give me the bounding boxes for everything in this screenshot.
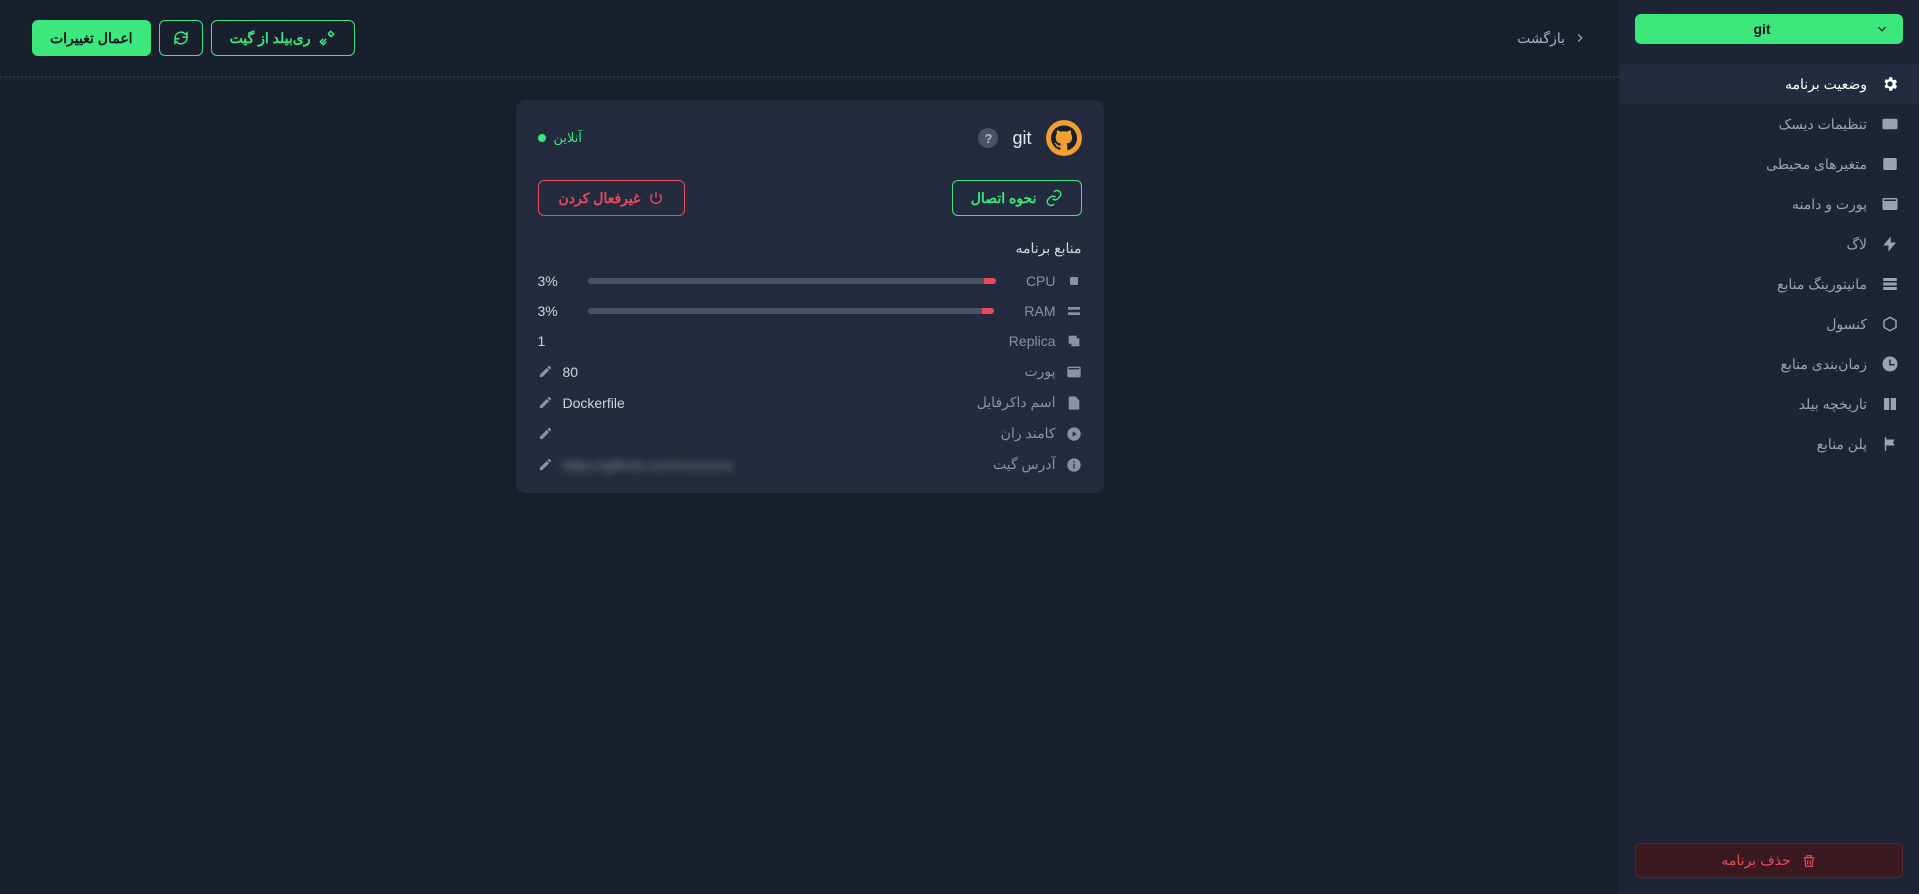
- edit-icon[interactable]: [538, 364, 553, 379]
- link-icon: [1045, 189, 1063, 207]
- sidebar-item-label: لاگ: [1846, 236, 1867, 253]
- sidebar-item-label: زمان‌بندی منابع: [1781, 356, 1867, 373]
- cpu-value: 3%: [538, 273, 574, 289]
- port-value: 80: [563, 364, 579, 380]
- deactivate-button[interactable]: غیرفعال کردن: [538, 180, 686, 216]
- bolt-icon: [1881, 235, 1899, 253]
- replica-row: Replica 1: [538, 333, 1082, 349]
- sidebar-item-label: پورت و دامنه: [1792, 196, 1867, 213]
- git-value: https://github.com/xxxxxxxx: [563, 457, 733, 473]
- sidebar-item-env[interactable]: متغیرهای محیطی: [1619, 144, 1919, 184]
- sidebar-nav: وضعیت برنامه تنظیمات دیسک متغیرهای محیطی…: [1619, 64, 1919, 843]
- card-app-name: git: [1012, 128, 1031, 149]
- app-status-card: git ? آنلاین نحوه اتصال غیرفعال کردن: [516, 100, 1104, 493]
- top-actions: ری‌بیلد از گیت اعمال تغییرات: [32, 20, 355, 56]
- connect-label: نحوه اتصال: [971, 190, 1037, 207]
- help-icon[interactable]: ?: [978, 128, 998, 148]
- book-icon: [1881, 395, 1899, 413]
- stack-icon: [1881, 275, 1899, 293]
- back-label: بازگشت: [1517, 30, 1565, 47]
- ram-bar: [588, 308, 995, 314]
- delete-label: حذف برنامه: [1721, 852, 1790, 869]
- status-badge: آنلاین: [538, 130, 583, 146]
- git-row: آدرس گیت https://github.com/xxxxxxxx: [538, 456, 1082, 473]
- tools-icon: [318, 29, 336, 47]
- sidebar: git وضعیت برنامه تنظیمات دیسک متغیرهای م…: [1619, 0, 1919, 894]
- trash-icon: [1801, 853, 1817, 869]
- cpu-row: CPU 3%: [538, 273, 1082, 289]
- apply-changes-button[interactable]: اعمال تغییرات: [32, 20, 151, 56]
- sidebar-item-schedule[interactable]: زمان‌بندی منابع: [1619, 344, 1919, 384]
- sidebar-item-label: مانیتورینگ منابع: [1777, 276, 1867, 293]
- sidebar-item-status[interactable]: وضعیت برنامه: [1619, 64, 1919, 104]
- dockerfile-row: اسم داکرفایل Dockerfile: [538, 394, 1082, 411]
- rebuild-button[interactable]: ری‌بیلد از گیت: [211, 20, 356, 56]
- github-logo-icon: [1046, 120, 1082, 156]
- flag-icon: [1881, 435, 1899, 453]
- sidebar-item-console[interactable]: کنسول: [1619, 304, 1919, 344]
- resources-title: منابع برنامه: [538, 240, 1082, 257]
- topbar: بازگشت ری‌بیلد از گیت اعمال تغییرات: [0, 0, 1619, 78]
- env-icon: [1881, 155, 1899, 173]
- sidebar-item-label: پلن منابع: [1817, 436, 1867, 453]
- status-dot-icon: [538, 134, 546, 142]
- file-icon: [1066, 395, 1082, 411]
- power-icon: [648, 190, 664, 206]
- back-link[interactable]: بازگشت: [1517, 30, 1587, 47]
- info-icon: [1066, 457, 1082, 473]
- cube-icon: [1881, 315, 1899, 333]
- replica-value: 1: [538, 333, 546, 349]
- sidebar-item-label: وضعیت برنامه: [1785, 76, 1867, 93]
- delete-app-button[interactable]: حذف برنامه: [1635, 843, 1903, 878]
- port-label: پورت: [1024, 363, 1055, 380]
- dockerfile-label: اسم داکرفایل: [977, 394, 1056, 411]
- sidebar-item-port[interactable]: پورت و دامنه: [1619, 184, 1919, 224]
- edit-icon[interactable]: [538, 395, 553, 410]
- sidebar-item-label: متغیرهای محیطی: [1766, 156, 1867, 173]
- cpu-label: CPU: [1026, 273, 1056, 289]
- apply-label: اعمال تغییرات: [50, 30, 133, 47]
- chevron-right-icon: [1573, 31, 1587, 45]
- sidebar-item-log[interactable]: لاگ: [1619, 224, 1919, 264]
- settings-icon: [1881, 75, 1899, 93]
- sidebar-item-label: تاریخچه بیلد: [1799, 396, 1867, 413]
- edit-icon[interactable]: [538, 426, 553, 441]
- window-icon: [1066, 364, 1082, 380]
- ram-label: RAM: [1024, 303, 1055, 319]
- window-icon: [1881, 195, 1899, 213]
- connect-button[interactable]: نحوه اتصال: [952, 180, 1082, 216]
- play-icon: [1066, 426, 1082, 442]
- rebuild-label: ری‌بیلد از گیت: [230, 30, 311, 47]
- sidebar-item-disk[interactable]: تنظیمات دیسک: [1619, 104, 1919, 144]
- refresh-icon: [172, 29, 190, 47]
- cpu-bar: [588, 278, 996, 284]
- sidebar-item-label: تنظیمات دیسک: [1779, 116, 1867, 133]
- app-selector-name: git: [1649, 21, 1875, 37]
- main-content: بازگشت ری‌بیلد از گیت اعمال تغییرات: [0, 0, 1619, 894]
- status-label: آنلاین: [554, 130, 583, 146]
- command-row: کامند ران: [538, 425, 1082, 442]
- ram-row: RAM 3%: [538, 303, 1082, 319]
- app-selector-dropdown[interactable]: git: [1635, 14, 1903, 44]
- refresh-button[interactable]: [159, 20, 203, 56]
- chevron-down-icon: [1875, 22, 1889, 36]
- sidebar-item-build-history[interactable]: تاریخچه بیلد: [1619, 384, 1919, 424]
- sidebar-item-label: کنسول: [1826, 316, 1867, 333]
- ram-value: 3%: [538, 303, 574, 319]
- port-row: پورت 80: [538, 363, 1082, 380]
- dockerfile-value: Dockerfile: [563, 395, 625, 411]
- replica-icon: [1066, 333, 1082, 349]
- ram-icon: [1066, 303, 1082, 319]
- edit-icon[interactable]: [538, 457, 553, 472]
- deactivate-label: غیرفعال کردن: [559, 190, 641, 207]
- disk-icon: [1881, 115, 1899, 133]
- git-label: آدرس گیت: [993, 456, 1056, 473]
- clock-icon: [1881, 355, 1899, 373]
- cpu-icon: [1066, 273, 1082, 289]
- command-label: کامند ران: [1001, 425, 1056, 442]
- sidebar-item-plan[interactable]: پلن منابع: [1619, 424, 1919, 464]
- sidebar-item-monitoring[interactable]: مانیتورینگ منابع: [1619, 264, 1919, 304]
- replica-label: Replica: [1009, 333, 1056, 349]
